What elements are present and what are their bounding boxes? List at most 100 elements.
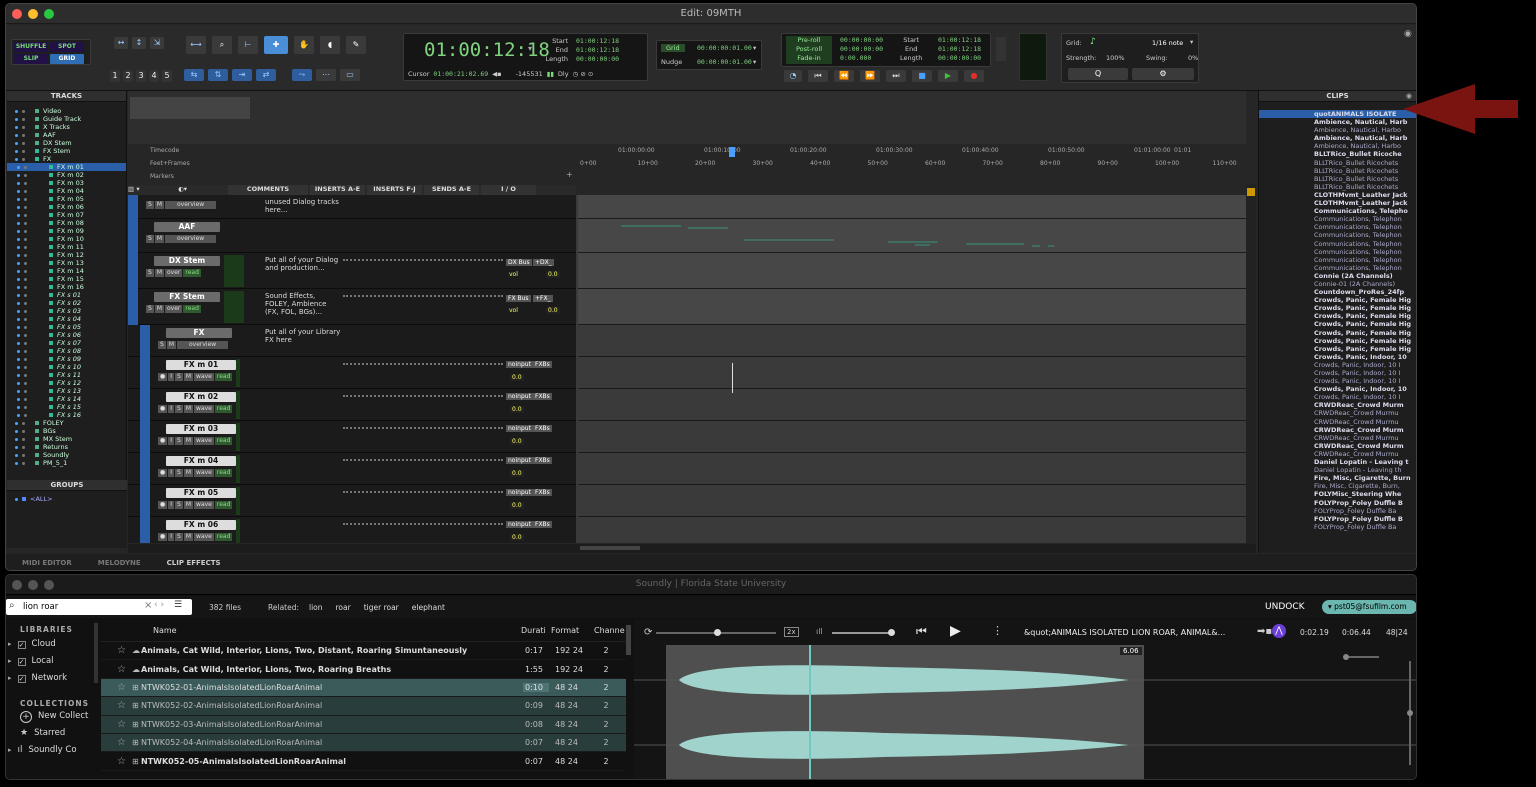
track-button[interactable]: over <box>165 305 183 313</box>
volume-handle[interactable] <box>714 629 721 636</box>
star-icon[interactable]: ☆ <box>101 664 126 675</box>
volume-slider[interactable] <box>656 629 776 636</box>
track-list-item[interactable]: FX s 11 <box>7 371 126 379</box>
clip-list-item[interactable]: Crowds, Panic, Indoor, 10 <box>1259 353 1416 361</box>
track-list-item[interactable]: FX s 10 <box>7 363 126 371</box>
show-hide-icon[interactable] <box>15 437 18 441</box>
expand-icon[interactable]: ▸ <box>8 636 12 653</box>
track-button[interactable]: read <box>183 305 201 313</box>
sidebar-scrollbar[interactable] <box>94 623 98 683</box>
io-input[interactable]: noinput <box>506 425 533 432</box>
horizontal-scrollbar[interactable] <box>128 544 1256 553</box>
track-list-item[interactable]: FX m 13 <box>7 259 126 267</box>
stop-icon[interactable]: ■ <box>912 70 932 82</box>
result-row[interactable]: ☆ ⊞ NTWK052-04-AnimalsIsolatedLionRoarAnim… <box>101 733 626 753</box>
clip-region[interactable] <box>888 241 938 243</box>
active-icon[interactable] <box>22 157 25 161</box>
track-lane[interactable] <box>578 485 1246 517</box>
active-icon[interactable] <box>24 293 27 297</box>
track-button[interactable]: overview <box>165 201 217 209</box>
show-hide-icon[interactable] <box>15 445 18 449</box>
library-item[interactable]: ▸ ✓ Cloud <box>8 636 98 653</box>
speed-button[interactable]: 2x <box>784 627 799 637</box>
insert-slots[interactable] <box>343 459 503 463</box>
track-comment[interactable]: Sound Effects, FOLEY, Ambience (FX, FOL,… <box>265 292 341 316</box>
clip-region[interactable] <box>966 243 1024 245</box>
track-button[interactable]: read <box>214 501 233 509</box>
clip-list-item[interactable]: FOLYProp_Foley Duffle B <box>1259 499 1416 507</box>
insert-slots[interactable] <box>343 259 503 263</box>
pitch-slider[interactable] <box>832 629 895 636</box>
trim-tool-icon[interactable]: ⟷ <box>186 36 206 54</box>
clip-list-item[interactable]: Crowds, Panic, Indoor, 10 I <box>1259 369 1416 377</box>
track-lane[interactable] <box>578 325 1246 357</box>
collection-item[interactable]: ▸ ıl Soundly Co <box>8 742 98 759</box>
tab-clip-effects[interactable]: CLIP EFFECTS <box>167 559 221 567</box>
zoom-vertical-icon[interactable]: ↕ <box>132 37 146 49</box>
clip-list-item[interactable]: Fire, Misc, Cigarette, Burn, <box>1259 482 1416 490</box>
clip-list-item[interactable]: BLLTRico_Bullet Ricochets <box>1259 183 1416 191</box>
cross-fade-icon[interactable]: ⤳ <box>292 69 312 81</box>
clear-search-icon[interactable]: × <box>144 600 152 611</box>
track-button[interactable]: ● <box>158 405 168 413</box>
rewind-icon[interactable]: ⏪ <box>834 70 854 82</box>
insert-slots[interactable] <box>343 295 503 299</box>
show-hide-icon[interactable] <box>15 157 18 161</box>
io-output[interactable]: +DX_ <box>533 259 554 266</box>
clip-list-item[interactable]: Communications, Telephon <box>1259 215 1416 223</box>
show-hide-icon[interactable] <box>17 413 20 417</box>
active-icon[interactable] <box>24 349 27 353</box>
track-button[interactable]: wave <box>194 373 214 381</box>
io-output[interactable]: FXBs <box>533 457 552 464</box>
track-button[interactable]: ● <box>158 533 168 541</box>
loop-icon[interactable]: ⟳ <box>644 627 652 638</box>
clip-list-item[interactable]: CLOTHMvmt_Leather Jack <box>1259 199 1416 207</box>
zoom-preset-2[interactable]: 2 <box>123 70 133 82</box>
io-output[interactable]: FXBs <box>533 361 552 368</box>
clip-list-item[interactable]: Crowds, Panic, Female Hig <box>1259 296 1416 304</box>
track-name[interactable]: FX m 02 <box>166 392 236 402</box>
grid-mode-button[interactable]: GRID <box>50 54 84 64</box>
clip-list-item[interactable]: Ambience, Nautical, Harb <box>1259 134 1416 142</box>
collection-item[interactable]: + New Collect <box>8 708 98 725</box>
result-row[interactable]: ☆ ⊞ NTWK052-01-AnimalsIsolatedLionRoarAnim… <box>101 678 626 698</box>
active-icon[interactable] <box>24 317 27 321</box>
track-button[interactable]: S <box>175 533 183 541</box>
track-list-item[interactable]: FX s 16 <box>7 411 126 419</box>
active-icon[interactable] <box>24 221 27 225</box>
collection-item[interactable]: ★ Starred <box>8 725 98 742</box>
star-icon[interactable]: ☆ <box>101 756 126 767</box>
expand-icon[interactable]: ▸ <box>8 653 12 670</box>
related-term-0[interactable]: lion <box>309 603 323 612</box>
skip-back-icon[interactable]: ⏮ <box>916 624 927 639</box>
spot-mode-button[interactable]: SPOT <box>50 42 84 52</box>
star-icon[interactable]: ☆ <box>101 737 126 748</box>
show-hide-icon[interactable] <box>17 197 20 201</box>
universe-overview[interactable] <box>128 91 1246 144</box>
quantize-icon[interactable]: Q <box>1068 68 1128 80</box>
zoom-preset-5[interactable]: 5 <box>162 70 172 82</box>
link-track-icon[interactable]: ⇅ <box>208 69 228 81</box>
active-icon[interactable] <box>24 261 27 265</box>
io-output[interactable]: +FX_ <box>533 295 553 302</box>
clip-list-item[interactable]: Crowds, Panic, Indoor, 10 I <box>1259 377 1416 385</box>
show-hide-icon[interactable] <box>17 301 20 305</box>
active-icon[interactable] <box>22 125 25 129</box>
show-hide-icon[interactable] <box>17 213 20 217</box>
io-output[interactable]: FXBs <box>533 393 552 400</box>
show-hide-icon[interactable] <box>17 237 20 241</box>
track-name[interactable]: FX m 03 <box>166 424 236 434</box>
playhead-marker[interactable] <box>729 147 735 157</box>
scrubber-tool-icon[interactable]: ◖ <box>320 36 340 54</box>
active-icon[interactable] <box>24 397 27 401</box>
slip-mode-button[interactable]: SLIP <box>14 54 48 64</box>
waveform-display[interactable]: 6.06 <box>634 645 1416 779</box>
clip-list-item[interactable]: Communications, Telephon <box>1259 256 1416 264</box>
clip-list-item[interactable]: Crowds, Panic, Female Hig <box>1259 337 1416 345</box>
preroll-labels[interactable]: Pre-roll Post-roll Fade-in <box>786 36 832 64</box>
vertical-scrollbar[interactable] <box>1246 184 1256 544</box>
clip-region[interactable] <box>915 244 930 246</box>
clip-list-item[interactable]: Communications, Telephon <box>1259 223 1416 231</box>
search-input[interactable]: lion roar <box>23 602 58 612</box>
show-hide-icon[interactable] <box>15 149 18 153</box>
